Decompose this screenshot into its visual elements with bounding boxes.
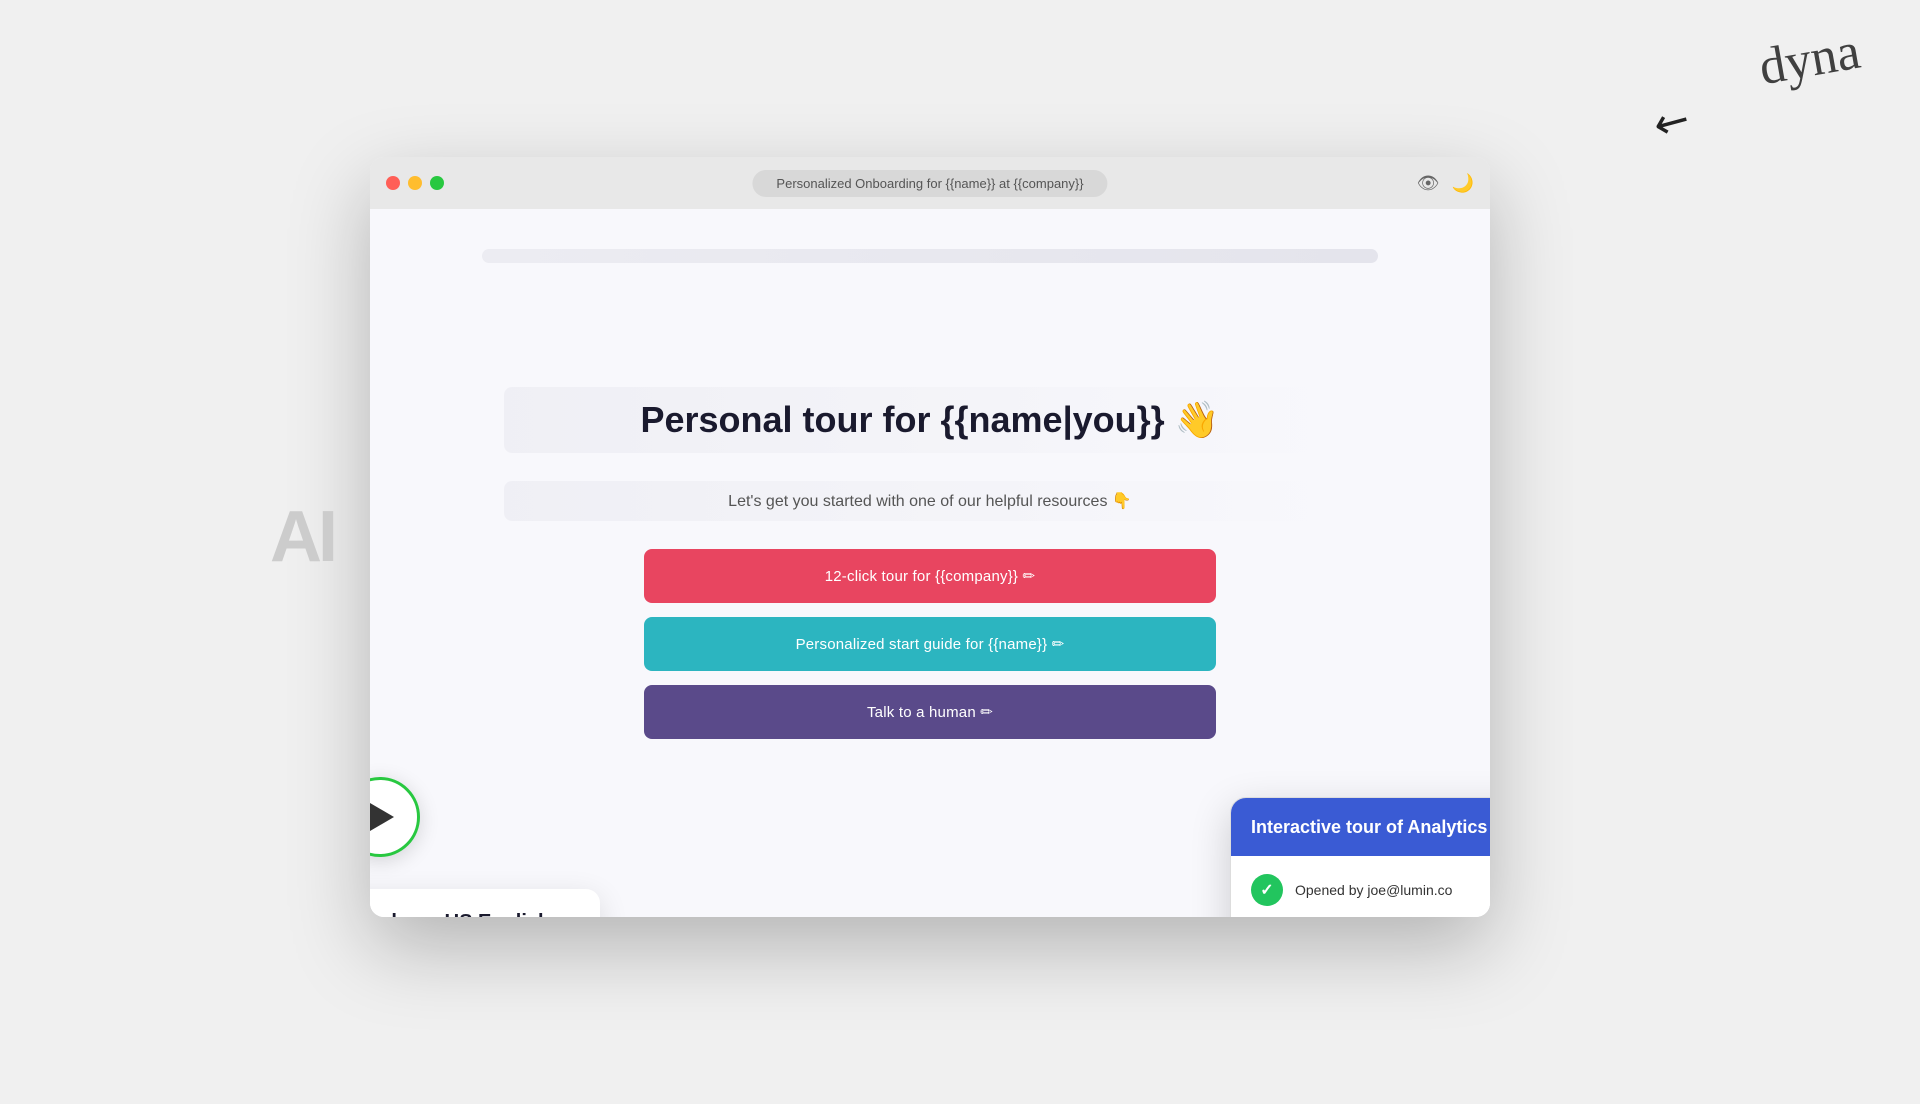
browser-action-icons: 👁 🌙 (1417, 173, 1474, 194)
check-icon: ✓ (1260, 880, 1273, 900)
browser-titlebar: Personalized Onboarding for {{name}} at … (370, 157, 1490, 209)
talk-human-button[interactable]: Talk to a human ✏ (644, 685, 1216, 739)
check-circle: ✓ (1251, 874, 1283, 906)
opened-by-text: Opened by joe@lumin.co (1295, 882, 1452, 898)
traffic-yellow[interactable] (408, 176, 422, 190)
browser-window: AI ↙ Personalized Onboarding for {{name}… (370, 157, 1490, 917)
page-title: Personal tour for {{name|you}} 👋 (504, 387, 1357, 453)
buttons-container: 12-click tour for {{company}} ✏ Personal… (644, 549, 1216, 739)
url-text: Personalized Onboarding for {{name}} at … (776, 176, 1083, 191)
tour-card-header: Interactive tour of Analytics × (1231, 798, 1490, 856)
moon-icon[interactable]: 🌙 (1452, 173, 1474, 194)
voice-name: Stephen - US English (370, 911, 572, 917)
tour-card-body: ✓ Opened by joe@lumin.co (1231, 856, 1490, 917)
page-subtitle: Let's get you started with one of our he… (504, 481, 1357, 521)
deco-handwritten: dyna (1755, 22, 1865, 98)
eye-icon[interactable]: 👁 (1417, 173, 1440, 194)
main-content: Personal tour for {{name|you}} 👋 Let's g… (370, 387, 1490, 739)
traffic-green[interactable] (430, 176, 444, 190)
play-icon (370, 803, 394, 831)
start-guide-button[interactable]: Personalized start guide for {{name}} ✏ (644, 617, 1216, 671)
url-bar[interactable]: Personalized Onboarding for {{name}} at … (752, 170, 1107, 197)
tour-button[interactable]: 12-click tour for {{company}} ✏ (644, 549, 1216, 603)
opened-row: ✓ Opened by joe@lumin.co (1251, 874, 1490, 906)
voice-card: Stephen - US English Friendly, Upbeat, D… (370, 889, 600, 917)
traffic-red[interactable] (386, 176, 400, 190)
ai-label: AI (270, 496, 334, 578)
tour-card: Interactive tour of Analytics × ✓ Opened… (1230, 797, 1490, 917)
play-button[interactable] (370, 777, 420, 857)
traffic-lights (386, 176, 444, 190)
deco-arrow: ↙ (1645, 91, 1700, 151)
browser-content: Personal tour for {{name|you}} 👋 Let's g… (370, 209, 1490, 917)
tour-card-title: Interactive tour of Analytics (1251, 817, 1487, 838)
skeleton-bar-top (482, 249, 1378, 263)
